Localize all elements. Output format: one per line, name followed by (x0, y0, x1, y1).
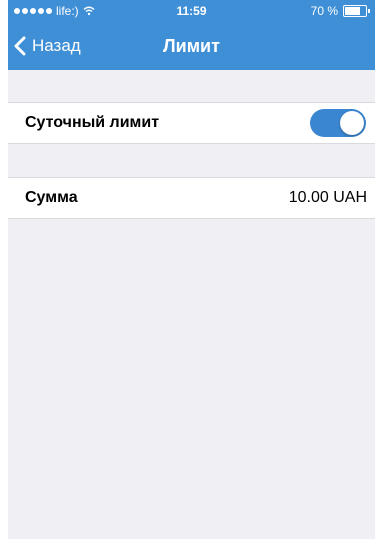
amount-label: Сумма (25, 189, 78, 206)
screen: life:) 11:59 70 % Назад Лимит Суточный л… (8, 0, 375, 539)
status-right: 70 % (310, 4, 370, 18)
status-bar: life:) 11:59 70 % (8, 0, 375, 22)
daily-limit-toggle[interactable] (310, 109, 366, 137)
daily-limit-row: Суточный лимит (8, 102, 375, 144)
toggle-knob (340, 111, 364, 135)
battery-percent: 70 % (310, 4, 338, 18)
battery-icon (343, 5, 370, 17)
amount-value: 10.00 UAH (288, 189, 367, 206)
daily-limit-label: Суточный лимит (25, 114, 160, 131)
amount-row[interactable]: Сумма 10.00 UAH (8, 177, 375, 219)
navigation-bar: Назад Лимит (8, 22, 375, 70)
page-title: Лимит (163, 36, 220, 56)
